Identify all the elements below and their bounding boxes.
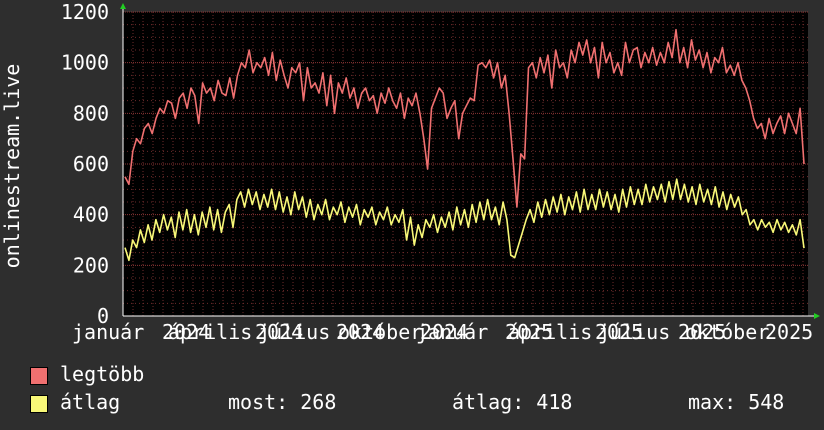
x-tick-label: július: [258, 320, 330, 344]
y-axis-arrow: [120, 3, 126, 9]
legend-row-avg: átlag most: 268 átlag: 418 max: 548: [30, 390, 810, 418]
y-tick-label: 600: [73, 152, 109, 176]
stat-maximum: max: 548: [688, 390, 785, 414]
legend-label-max: legtöbb: [60, 362, 145, 386]
x-tick-label: április: [508, 320, 592, 344]
y-tick-label: 1000: [61, 51, 109, 75]
x-tick-label: október: [685, 320, 769, 344]
y-tick-label: 400: [73, 203, 109, 227]
x-tick-label: január: [72, 320, 144, 344]
line-chart: 020040060080010001200onlinestream.liveja…: [0, 0, 820, 344]
legend: legtöbb átlag most: 268 átlag: 418 max: …: [30, 362, 810, 418]
legend-swatch-avg: [30, 395, 48, 413]
x-tick-label: október: [338, 320, 422, 344]
stat-average: átlag: 418: [452, 390, 573, 414]
y-tick-label: 1200: [61, 0, 109, 24]
y-tick-label: 800: [73, 101, 109, 125]
legend-row-max: legtöbb: [30, 362, 810, 390]
stat-now: most: 268: [228, 390, 337, 414]
legend-label-avg: átlag: [60, 390, 121, 414]
x-tick-label: július: [598, 320, 670, 344]
x-axis-arrow: [814, 313, 820, 319]
chart-container: 0 200 400 600 800 1000 1200 onlinestream.live ja…: [0, 0, 824, 430]
y-axis-label: onlinestream.live: [0, 64, 24, 269]
y-tick-label: 200: [73, 253, 109, 277]
x-tick-label: január: [416, 320, 488, 344]
x-tick-label: április: [168, 320, 252, 344]
legend-swatch-max: [30, 367, 48, 385]
x-tick-label: 2025: [765, 320, 813, 344]
